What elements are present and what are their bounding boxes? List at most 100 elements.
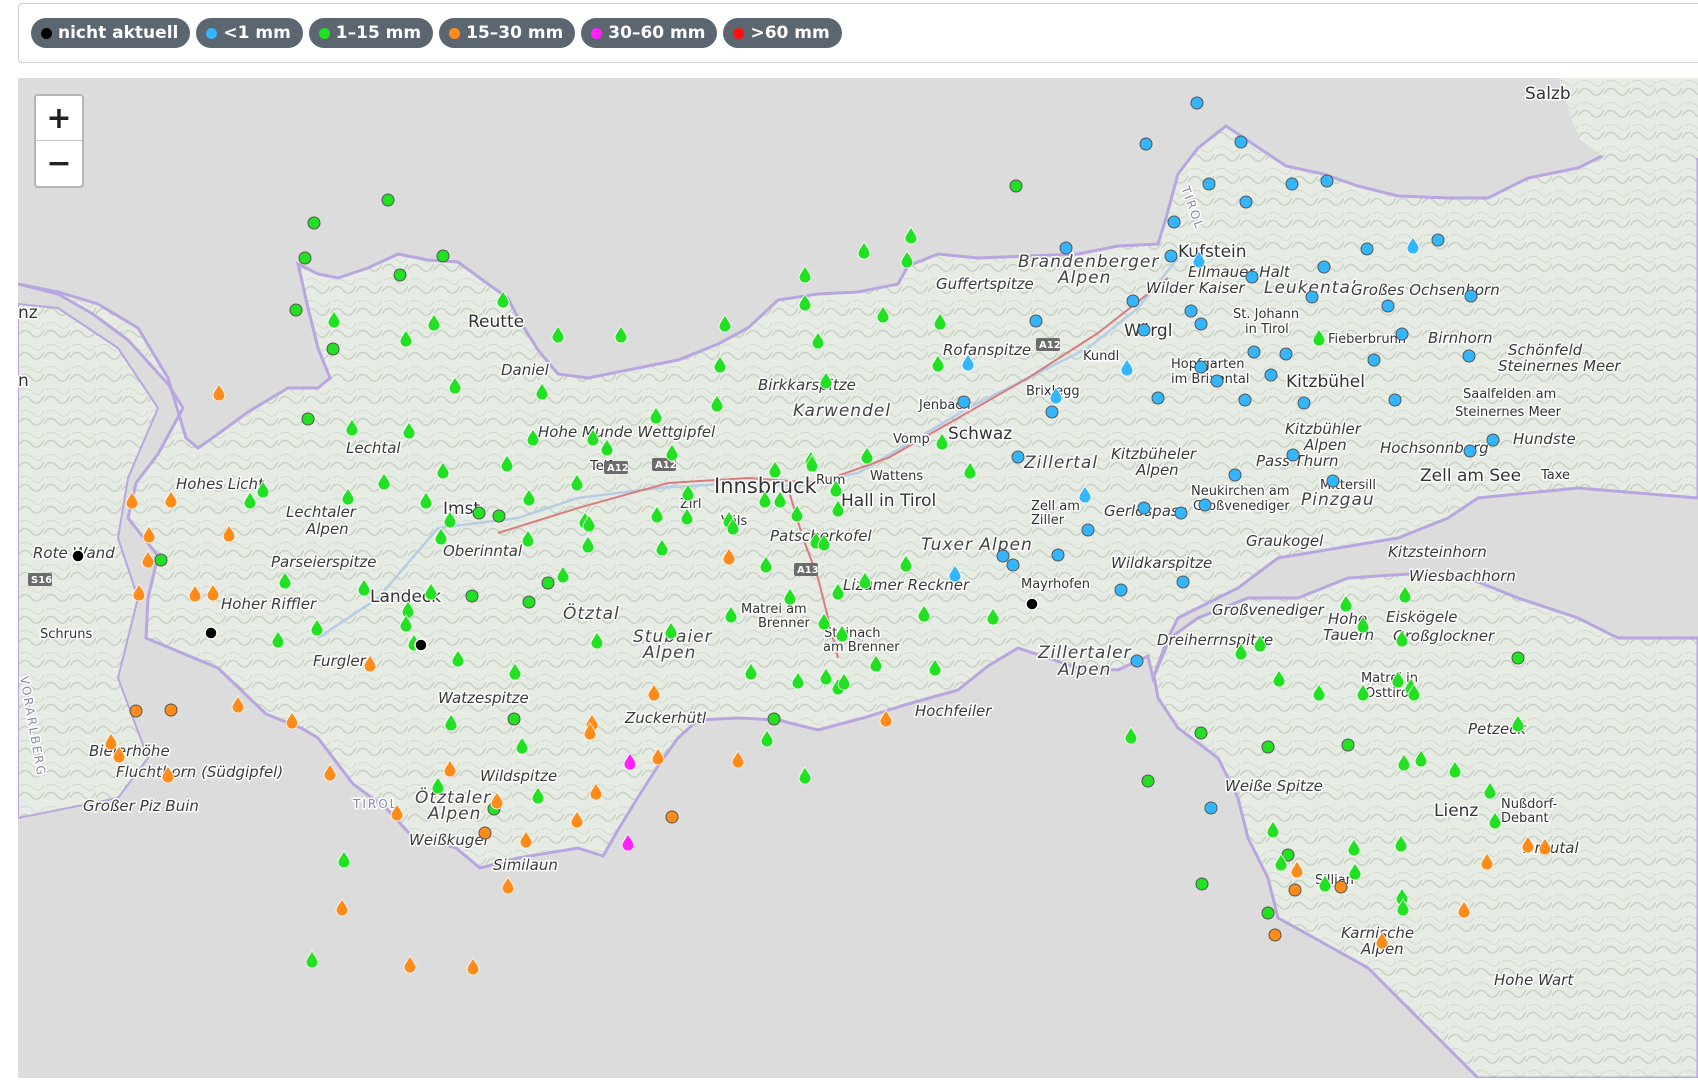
- station-marker-lt-1mm-dot-icon[interactable]: [1029, 314, 1043, 328]
- station-marker-1-15mm-dot-icon[interactable]: [1009, 179, 1023, 193]
- station-marker-1-15mm-drop-icon[interactable]: [551, 325, 565, 344]
- map-view[interactable]: Reutte Daniel Lechtal Hohes Licht Lechtaler A…: [18, 78, 1698, 1078]
- station-marker-lt-1mm-dot-icon[interactable]: [1164, 249, 1178, 263]
- station-marker-lt-1mm-dot-icon[interactable]: [1194, 360, 1208, 374]
- station-marker-1-15mm-dot-icon[interactable]: [1194, 726, 1208, 740]
- station-marker-lt-1mm-dot-icon[interactable]: [1151, 391, 1165, 405]
- station-marker-1-15mm-dot-icon[interactable]: [767, 712, 781, 726]
- station-marker-15-30mm-drop-icon[interactable]: [466, 957, 480, 976]
- station-marker-lt-1mm-dot-icon[interactable]: [1464, 289, 1478, 303]
- station-marker-15-30mm-drop-icon[interactable]: [335, 898, 349, 917]
- station-marker-lt-1mm-dot-icon[interactable]: [1051, 548, 1065, 562]
- station-marker-1-15mm-dot-icon[interactable]: [326, 342, 340, 356]
- station-marker-lt-1mm-dot-icon[interactable]: [1114, 583, 1128, 597]
- station-marker-lt-1mm-dot-icon[interactable]: [1317, 260, 1331, 274]
- station-marker-lt-1mm-dot-icon[interactable]: [1234, 135, 1248, 149]
- station-marker-lt-1mm-dot-icon[interactable]: [1431, 233, 1445, 247]
- station-marker-1-15mm-dot-icon[interactable]: [472, 506, 486, 520]
- station-marker-lt-1mm-dot-icon[interactable]: [1462, 349, 1476, 363]
- station-marker-lt-1mm-dot-icon[interactable]: [1045, 405, 1059, 419]
- station-marker-15-30mm-dot-icon[interactable]: [1288, 883, 1302, 897]
- station-marker-lt-1mm-dot-icon[interactable]: [1011, 450, 1025, 464]
- station-marker-30-60mm-drop-icon[interactable]: [621, 833, 635, 852]
- station-marker-lt-1mm-dot-icon[interactable]: [1463, 444, 1477, 458]
- map-canvas[interactable]: ReutteDanielLechtalHohes LichtLechtalerA…: [18, 78, 1698, 1078]
- station-marker-lt-1mm-dot-icon[interactable]: [1297, 396, 1311, 410]
- station-marker-lt-1mm-dot-icon[interactable]: [1204, 801, 1218, 815]
- station-marker-1-15mm-dot-icon[interactable]: [154, 553, 168, 567]
- station-marker-15-30mm-drop-icon[interactable]: [501, 876, 515, 895]
- station-marker-lt-1mm-dot-icon[interactable]: [1202, 177, 1216, 191]
- station-marker-1-15mm-drop-icon[interactable]: [1124, 726, 1138, 745]
- station-marker-lt-1mm-dot-icon[interactable]: [1190, 96, 1204, 110]
- station-marker-lt-1mm-dot-icon[interactable]: [1081, 523, 1095, 537]
- station-marker-lt-1mm-dot-icon[interactable]: [1167, 215, 1181, 229]
- station-marker-1-15mm-dot-icon[interactable]: [1341, 738, 1355, 752]
- station-marker-lt-1mm-dot-icon[interactable]: [1279, 347, 1293, 361]
- station-marker-lt-1mm-dot-icon[interactable]: [1176, 575, 1190, 589]
- station-marker-1-15mm-dot-icon[interactable]: [301, 412, 315, 426]
- station-marker-lt-1mm-dot-icon[interactable]: [1360, 242, 1374, 256]
- legend-item[interactable]: 1–15 mm: [308, 18, 434, 48]
- station-marker-lt-1mm-dot-icon[interactable]: [1326, 474, 1340, 488]
- zoom-out-button[interactable]: −: [36, 141, 82, 185]
- station-marker-lt-1mm-dot-icon[interactable]: [1286, 448, 1300, 462]
- station-marker-lt-1mm-dot-icon[interactable]: [1228, 468, 1242, 482]
- station-marker-lt-1mm-dot-icon[interactable]: [1184, 304, 1198, 318]
- station-marker-lt-1mm-dot-icon[interactable]: [1174, 506, 1188, 520]
- station-marker-15-30mm-drop-icon[interactable]: [231, 695, 245, 714]
- zoom-in-button[interactable]: +: [36, 96, 82, 141]
- station-marker-nicht-aktuell-dot-icon[interactable]: [414, 638, 428, 652]
- station-marker-1-15mm-dot-icon[interactable]: [393, 268, 407, 282]
- station-marker-lt-1mm-dot-icon[interactable]: [996, 549, 1010, 563]
- station-marker-lt-1mm-dot-icon[interactable]: [1486, 433, 1500, 447]
- station-marker-1-15mm-drop-icon[interactable]: [760, 729, 774, 748]
- station-marker-1-15mm-dot-icon[interactable]: [541, 576, 555, 590]
- station-marker-nicht-aktuell-dot-icon[interactable]: [1025, 597, 1039, 611]
- station-marker-lt-1mm-dot-icon[interactable]: [1320, 174, 1334, 188]
- station-marker-1-15mm-dot-icon[interactable]: [492, 509, 506, 523]
- station-marker-lt-1mm-dot-icon[interactable]: [1285, 177, 1299, 191]
- station-marker-1-15mm-dot-icon[interactable]: [1195, 877, 1209, 891]
- station-marker-15-30mm-drop-icon[interactable]: [731, 750, 745, 769]
- station-marker-1-15mm-dot-icon[interactable]: [1261, 906, 1275, 920]
- station-marker-15-30mm-drop-icon[interactable]: [141, 550, 155, 569]
- station-marker-lt-1mm-dot-icon[interactable]: [1247, 345, 1261, 359]
- station-marker-1-15mm-dot-icon[interactable]: [1511, 651, 1525, 665]
- legend-item[interactable]: >60 mm: [723, 18, 842, 48]
- station-marker-1-15mm-dot-icon[interactable]: [436, 249, 450, 263]
- station-marker-lt-1mm-dot-icon[interactable]: [1130, 654, 1144, 668]
- station-marker-lt-1mm-dot-icon[interactable]: [1137, 323, 1151, 337]
- station-marker-nicht-aktuell-dot-icon[interactable]: [71, 549, 85, 563]
- station-marker-1-15mm-dot-icon[interactable]: [1261, 740, 1275, 754]
- station-marker-1-15mm-dot-icon[interactable]: [1141, 774, 1155, 788]
- station-marker-lt-1mm-dot-icon[interactable]: [957, 395, 971, 409]
- station-marker-lt-1mm-dot-icon[interactable]: [1388, 393, 1402, 407]
- station-marker-15-30mm-drop-icon[interactable]: [212, 383, 226, 402]
- station-marker-lt-1mm-dot-icon[interactable]: [1245, 270, 1259, 284]
- station-marker-15-30mm-dot-icon[interactable]: [478, 826, 492, 840]
- station-marker-15-30mm-dot-icon[interactable]: [164, 703, 178, 717]
- station-marker-lt-1mm-dot-icon[interactable]: [1198, 498, 1212, 512]
- station-marker-1-15mm-dot-icon[interactable]: [298, 251, 312, 265]
- station-marker-1-15mm-drop-icon[interactable]: [798, 265, 812, 284]
- station-marker-lt-1mm-dot-icon[interactable]: [1139, 137, 1153, 151]
- station-marker-1-15mm-dot-icon[interactable]: [507, 712, 521, 726]
- station-marker-lt-1mm-dot-icon[interactable]: [1264, 368, 1278, 382]
- station-marker-lt-1mm-dot-icon[interactable]: [1367, 353, 1381, 367]
- station-marker-1-15mm-drop-icon[interactable]: [305, 950, 319, 969]
- station-marker-1-15mm-drop-icon[interactable]: [614, 325, 628, 344]
- station-marker-15-30mm-dot-icon[interactable]: [129, 704, 143, 718]
- legend-item[interactable]: <1 mm: [196, 18, 303, 48]
- station-marker-lt-1mm-dot-icon[interactable]: [1059, 241, 1073, 255]
- station-marker-lt-1mm-dot-icon[interactable]: [1137, 501, 1151, 515]
- station-marker-1-15mm-dot-icon[interactable]: [381, 193, 395, 207]
- station-marker-1-15mm-dot-icon[interactable]: [465, 589, 479, 603]
- station-marker-lt-1mm-dot-icon[interactable]: [1395, 327, 1409, 341]
- station-marker-lt-1mm-dot-icon[interactable]: [1305, 290, 1319, 304]
- legend-item[interactable]: nicht aktuell: [31, 18, 191, 48]
- station-marker-15-30mm-drop-icon[interactable]: [403, 955, 417, 974]
- station-marker-lt-1mm-dot-icon[interactable]: [1194, 317, 1208, 331]
- station-marker-lt-1mm-dot-icon[interactable]: [1238, 393, 1252, 407]
- legend-item[interactable]: 30–60 mm: [581, 18, 718, 48]
